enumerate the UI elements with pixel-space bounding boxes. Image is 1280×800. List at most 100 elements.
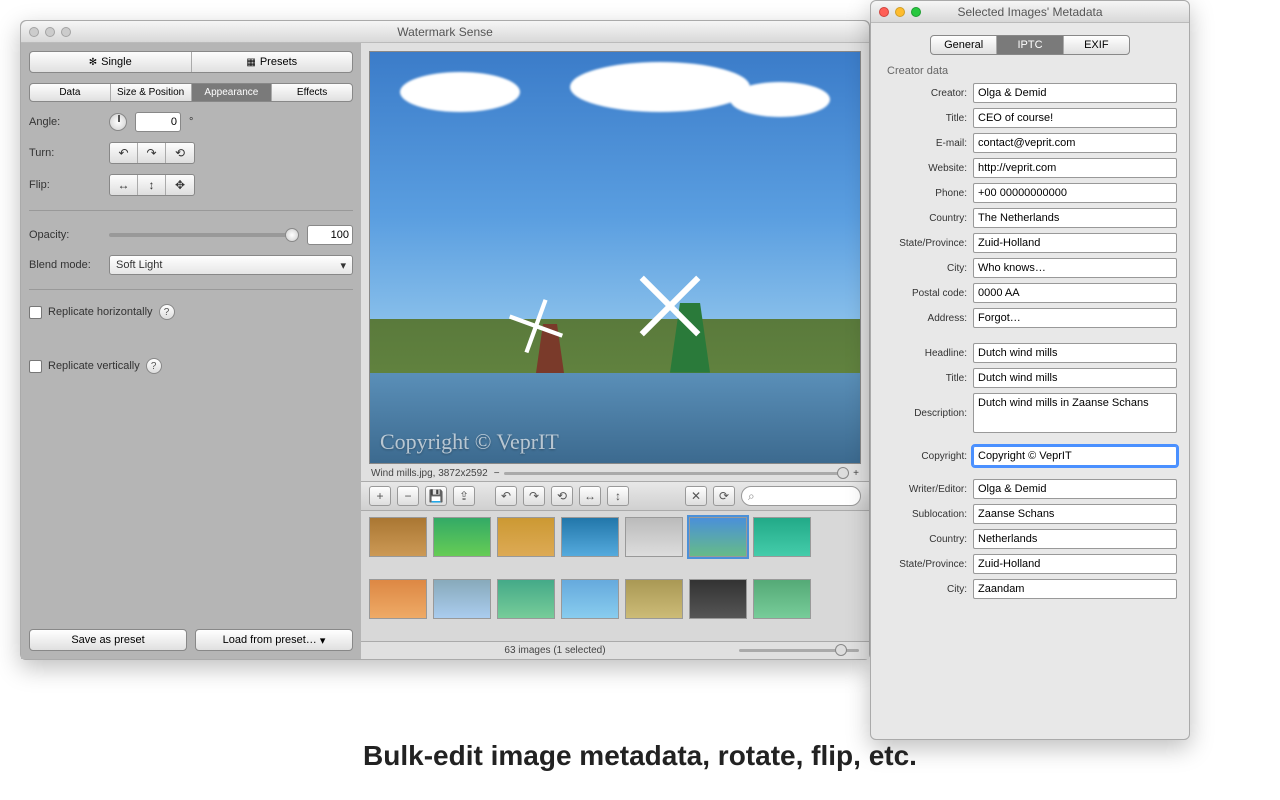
group-creator-data: Creator data bbox=[887, 65, 1177, 77]
zoom-slider[interactable] bbox=[504, 472, 850, 475]
tab-size-position[interactable]: Size & Position bbox=[111, 84, 192, 101]
meta-tabs: General IPTC EXIF bbox=[930, 35, 1130, 55]
angle-knob[interactable] bbox=[109, 113, 127, 131]
flip-horizontal-icon[interactable]: ↔ bbox=[110, 175, 138, 195]
address-field[interactable] bbox=[973, 308, 1177, 328]
website-field[interactable] bbox=[973, 158, 1177, 178]
thumbnail[interactable] bbox=[433, 517, 491, 557]
copyright-label: Copyright: bbox=[883, 451, 967, 462]
creator-label: Creator: bbox=[883, 88, 967, 99]
delete-button[interactable]: ✕ bbox=[685, 486, 707, 506]
rotate-left-icon[interactable]: ↶ bbox=[110, 143, 138, 163]
minimize-icon[interactable] bbox=[45, 27, 55, 37]
phone-label: Phone: bbox=[883, 188, 967, 199]
thumb-size-slider[interactable] bbox=[739, 649, 859, 652]
divider bbox=[29, 289, 353, 290]
sublocation-field[interactable] bbox=[973, 504, 1177, 524]
help-icon[interactable]: ? bbox=[159, 304, 175, 320]
opacity-input[interactable] bbox=[307, 225, 353, 245]
gear-icon bbox=[89, 56, 97, 68]
export-button[interactable]: ⇪ bbox=[453, 486, 475, 506]
rotate-reset-icon[interactable]: ⟲ bbox=[551, 486, 573, 506]
close-icon[interactable] bbox=[29, 27, 39, 37]
thumbnail[interactable] bbox=[433, 579, 491, 619]
tab-presets[interactable]: Presets bbox=[192, 52, 353, 72]
rotate-right-icon[interactable]: ↷ bbox=[523, 486, 545, 506]
rotate-right-icon[interactable]: ↷ bbox=[138, 143, 166, 163]
minimize-icon[interactable] bbox=[895, 7, 905, 17]
refresh-button[interactable]: ⟳ bbox=[713, 486, 735, 506]
email-field[interactable] bbox=[973, 133, 1177, 153]
state2-field[interactable] bbox=[973, 554, 1177, 574]
preview-image: Copyright © VeprIT bbox=[369, 51, 861, 464]
thumbnail[interactable] bbox=[625, 517, 683, 557]
phone-field[interactable] bbox=[973, 183, 1177, 203]
search-input[interactable] bbox=[741, 486, 861, 506]
zoom-out-icon[interactable]: − bbox=[494, 468, 500, 479]
replicate-v-checkbox[interactable] bbox=[29, 360, 42, 373]
turn-label: Turn: bbox=[29, 147, 101, 159]
tab-appearance[interactable]: Appearance bbox=[192, 84, 273, 101]
creator-title-field[interactable] bbox=[973, 108, 1177, 128]
angle-label: Angle: bbox=[29, 116, 101, 128]
thumbnail[interactable] bbox=[369, 517, 427, 557]
headline-field[interactable] bbox=[973, 343, 1177, 363]
creator-field[interactable] bbox=[973, 83, 1177, 103]
zoom-in-icon[interactable]: + bbox=[853, 468, 859, 479]
thumbnail[interactable] bbox=[497, 579, 555, 619]
description-field[interactable] bbox=[973, 393, 1177, 433]
tab-exif[interactable]: EXIF bbox=[1064, 36, 1129, 54]
zoom-icon[interactable] bbox=[61, 27, 71, 37]
copyright-field[interactable] bbox=[973, 446, 1177, 466]
city2-field[interactable] bbox=[973, 579, 1177, 599]
zoom-icon[interactable] bbox=[911, 7, 921, 17]
close-icon[interactable] bbox=[879, 7, 889, 17]
save-preset-button[interactable]: Save as preset bbox=[29, 629, 187, 651]
replicate-h-checkbox[interactable] bbox=[29, 306, 42, 319]
thumbnail[interactable] bbox=[753, 517, 811, 557]
load-preset-button[interactable]: Load from preset… ▾ bbox=[195, 629, 353, 651]
image-toolbar: + − 💾 ⇪ ↶ ↷ ⟲ ↔ ↕ ✕ ⟳ bbox=[361, 481, 869, 511]
rotate-reset-icon[interactable]: ⟲ bbox=[166, 143, 194, 163]
status-text: 63 images (1 selected) bbox=[371, 645, 739, 656]
city-field[interactable] bbox=[973, 258, 1177, 278]
thumbnail[interactable] bbox=[561, 579, 619, 619]
help-icon[interactable]: ? bbox=[146, 358, 162, 374]
blend-select[interactable]: Soft Light▾ bbox=[109, 255, 353, 275]
blend-label: Blend mode: bbox=[29, 259, 101, 271]
remove-image-button[interactable]: − bbox=[397, 486, 419, 506]
traffic-lights bbox=[879, 7, 921, 17]
thumbnail[interactable] bbox=[689, 579, 747, 619]
thumbnail[interactable] bbox=[753, 579, 811, 619]
thumbnail[interactable] bbox=[625, 579, 683, 619]
tab-iptc[interactable]: IPTC bbox=[997, 36, 1063, 54]
tab-data[interactable]: Data bbox=[30, 84, 111, 101]
save-button[interactable]: 💾 bbox=[425, 486, 447, 506]
tab-general[interactable]: General bbox=[931, 36, 997, 54]
add-image-button[interactable]: + bbox=[369, 486, 391, 506]
flip-v-icon[interactable]: ↕ bbox=[607, 486, 629, 506]
opacity-slider[interactable] bbox=[109, 233, 299, 237]
country-field[interactable] bbox=[973, 208, 1177, 228]
thumbnail[interactable] bbox=[497, 517, 555, 557]
thumbnail-selected[interactable] bbox=[689, 517, 747, 557]
postal-field[interactable] bbox=[973, 283, 1177, 303]
flip-h-icon[interactable]: ↔ bbox=[579, 486, 601, 506]
writer-field[interactable] bbox=[973, 479, 1177, 499]
title-field[interactable] bbox=[973, 368, 1177, 388]
address-label: Address: bbox=[883, 313, 967, 324]
angle-input[interactable] bbox=[135, 112, 181, 132]
flip-vertical-icon[interactable]: ↕ bbox=[138, 175, 166, 195]
meta-titlebar: Selected Images' Metadata bbox=[871, 1, 1189, 23]
tab-effects[interactable]: Effects bbox=[272, 84, 352, 101]
flip-both-icon[interactable]: ✥ bbox=[166, 175, 194, 195]
writer-label: Writer/Editor: bbox=[883, 484, 967, 495]
tab-single[interactable]: Single bbox=[30, 52, 192, 72]
thumbnail[interactable] bbox=[561, 517, 619, 557]
country-label: Country: bbox=[883, 213, 967, 224]
rotate-left-icon[interactable]: ↶ bbox=[495, 486, 517, 506]
state-field[interactable] bbox=[973, 233, 1177, 253]
headline-label: Headline: bbox=[883, 348, 967, 359]
country2-field[interactable] bbox=[973, 529, 1177, 549]
thumbnail[interactable] bbox=[369, 579, 427, 619]
